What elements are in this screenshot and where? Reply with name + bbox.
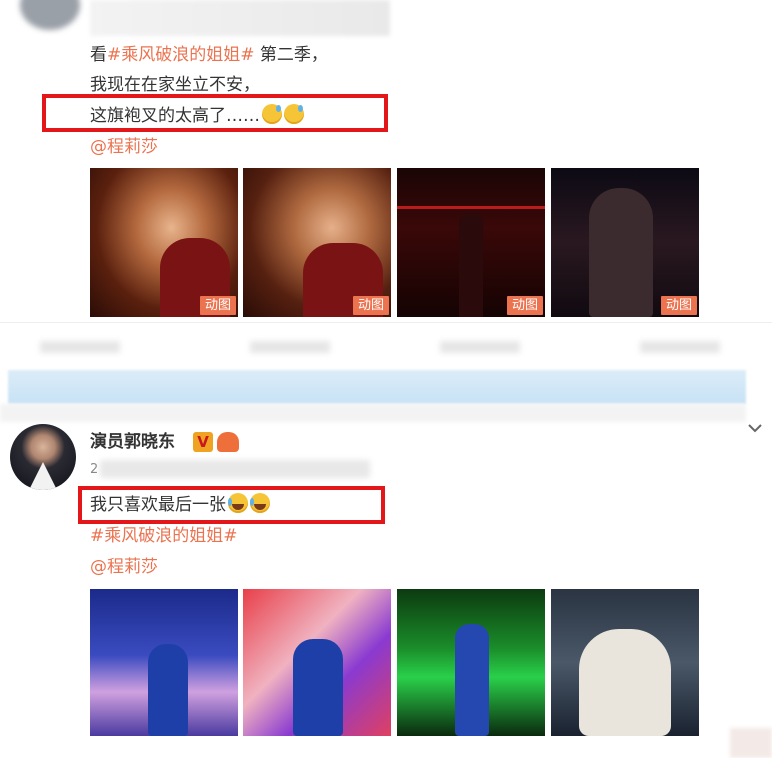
stage-light-line [397, 206, 545, 209]
post1-line1: 看#乘风破浪的姐姐# 第二季， [90, 41, 328, 69]
highlight-box-2 [78, 486, 385, 524]
blurred-action-bar [0, 322, 772, 371]
post1-image-2[interactable]: 动图 [243, 168, 391, 317]
blurred-meta [100, 460, 370, 478]
post1-line1-prefix: 看 [90, 45, 107, 65]
gif-badge: 动图 [352, 296, 389, 315]
author-name[interactable]: 演员郭晓东 [90, 430, 175, 454]
blurred-corner [730, 728, 772, 758]
post1-mention-link[interactable]: @程莉莎 [90, 133, 158, 161]
post1-image-1[interactable]: 动图 [90, 168, 238, 317]
figure-silhouette [148, 644, 188, 736]
post1-image-4[interactable]: 动图 [551, 168, 699, 317]
post2-topic-link[interactable]: #乘风破浪的姐姐# [90, 522, 238, 550]
figure-silhouette [455, 624, 489, 736]
verified-letter: V [197, 433, 209, 451]
blurred-avatar-top [20, 0, 80, 30]
figure-silhouette [589, 188, 653, 317]
chevron-down-icon[interactable] [747, 420, 763, 436]
figure-silhouette [459, 213, 483, 317]
blurred-blue-banner [8, 370, 746, 404]
figure-silhouette [293, 639, 343, 736]
post2-mention-link[interactable]: @程莉莎 [90, 553, 158, 581]
post2-image-4[interactable] [551, 589, 699, 736]
blurred-header-bar [90, 0, 390, 36]
verified-badge: V [193, 432, 213, 452]
post2-image-1[interactable] [90, 589, 238, 736]
gif-badge: 动图 [660, 296, 697, 315]
post2-image-2[interactable] [243, 589, 391, 736]
highlight-box-1 [42, 94, 388, 132]
post1-image-3[interactable]: 动图 [397, 168, 545, 317]
post2-timestamp-partial: 2 [90, 462, 99, 477]
post1-topic-link[interactable]: #乘风破浪的姐姐# [107, 45, 255, 65]
figure-silhouette [579, 629, 671, 736]
post1-line1-suffix: 第二季， [254, 45, 328, 65]
gif-badge: 动图 [506, 296, 543, 315]
blurred-gray-bar [0, 404, 746, 422]
avatar[interactable] [10, 424, 76, 490]
member-badge-icon [217, 432, 239, 452]
post2-image-3[interactable] [397, 589, 545, 736]
gif-badge: 动图 [199, 296, 236, 315]
